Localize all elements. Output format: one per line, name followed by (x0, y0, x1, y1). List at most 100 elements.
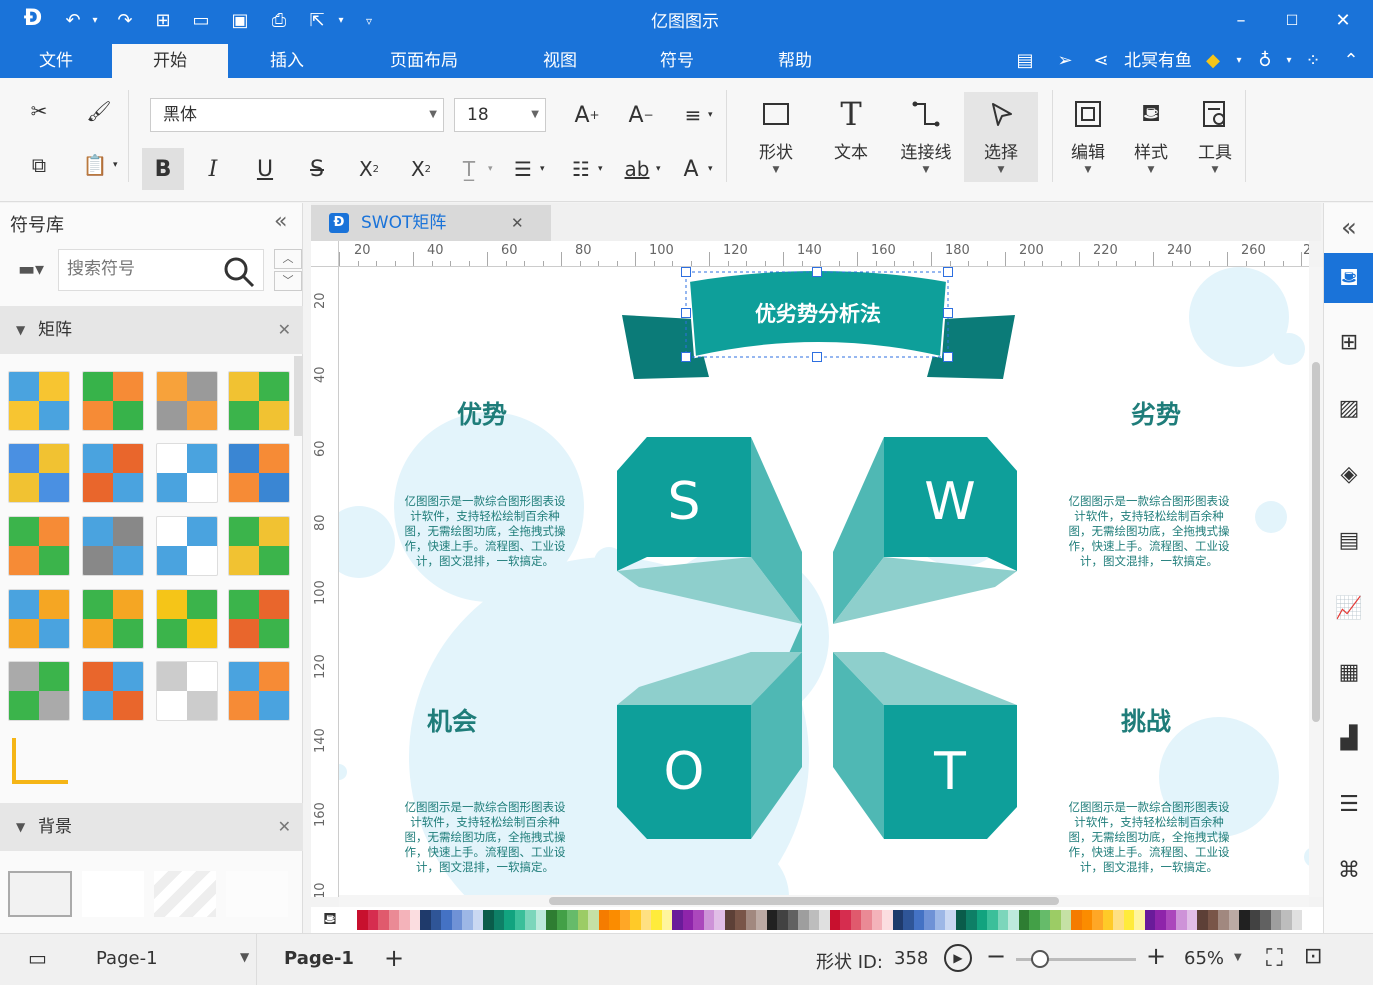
data-icon[interactable]: ▟ (1334, 723, 1364, 753)
matrix-template-thumb[interactable] (156, 371, 218, 431)
color-swatch[interactable] (977, 910, 988, 930)
color-swatch[interactable] (1218, 910, 1229, 930)
open-folder-icon[interactable]: ▭ (190, 10, 212, 32)
color-swatch[interactable] (1292, 910, 1303, 930)
strikethrough-button[interactable]: S (300, 152, 334, 186)
strengths-description[interactable]: 亿图图示是一款综合图形图表设计软件，支持轻松绘制百余种图，无需绘图功底，全拖拽式… (399, 494, 571, 569)
matrix-template-thumb[interactable] (82, 443, 144, 503)
zoom-out-icon[interactable]: − (986, 942, 1006, 970)
quadrant-w[interactable]: W (833, 437, 1017, 624)
horizontal-scroll-thumb[interactable] (549, 897, 1059, 905)
color-swatch[interactable] (809, 910, 820, 930)
color-swatch[interactable] (914, 910, 925, 930)
table-icon[interactable]: ▦ (1334, 657, 1364, 687)
shape-button[interactable]: 形状 ▼ (742, 92, 810, 182)
text-style-dropdown-icon[interactable]: ▾ (488, 164, 493, 174)
color-swatch[interactable] (1103, 910, 1114, 930)
color-swatch[interactable] (420, 910, 431, 930)
color-swatch[interactable] (704, 910, 715, 930)
font-size-select[interactable]: 18▼ (454, 98, 546, 132)
color-swatch[interactable] (662, 910, 673, 930)
text-highlight-icon[interactable]: ab (620, 152, 654, 186)
add-page-icon[interactable]: + (384, 944, 404, 972)
section-background-header[interactable]: ▼背景✕ (0, 803, 303, 851)
color-swatch[interactable] (546, 910, 557, 930)
tab-page-layout[interactable]: 页面布局 (346, 44, 502, 78)
resize-handle[interactable] (681, 267, 691, 277)
color-swatch[interactable] (389, 910, 400, 930)
matrix-template-thumb[interactable] (8, 661, 70, 721)
color-swatch[interactable] (462, 910, 473, 930)
color-swatch[interactable] (1040, 910, 1051, 930)
color-swatch[interactable] (504, 910, 515, 930)
color-swatch[interactable] (525, 910, 536, 930)
fill-style-icon[interactable]: ⛾ (1324, 253, 1373, 303)
undo-icon[interactable]: ↶ (62, 10, 84, 32)
font-color-dropdown-icon[interactable]: ▾ (708, 164, 713, 174)
color-swatch[interactable] (1008, 910, 1019, 930)
copy-icon[interactable]: ⧉ (22, 148, 56, 182)
threats-description[interactable]: 亿图图示是一款综合图形图表设计软件，支持轻松绘制百余种图，无需绘图功底，全拖拽式… (1063, 800, 1235, 875)
color-swatch[interactable] (798, 910, 809, 930)
color-swatch[interactable] (1145, 910, 1156, 930)
vertical-scrollbar[interactable] (1309, 267, 1323, 897)
tab-file[interactable]: 文件 (0, 44, 112, 78)
background-thumb[interactable] (82, 871, 144, 917)
color-swatch[interactable] (830, 910, 841, 930)
color-swatch[interactable] (956, 910, 967, 930)
cut-icon[interactable]: ✂ (22, 94, 56, 128)
color-swatch[interactable] (1229, 910, 1240, 930)
resize-handle[interactable] (812, 352, 822, 362)
tab-insert[interactable]: 插入 (228, 44, 346, 78)
layers-icon[interactable]: ◈ (1334, 459, 1364, 489)
save-icon[interactable]: ▣ (229, 10, 251, 32)
color-swatch[interactable] (1155, 910, 1166, 930)
decrease-font-icon[interactable]: A− (624, 98, 658, 132)
color-swatch[interactable] (1134, 910, 1145, 930)
color-swatch[interactable] (567, 910, 578, 930)
background-thumb[interactable] (226, 871, 288, 917)
matrix-template-thumb[interactable] (82, 516, 144, 576)
edit-button[interactable]: 编辑 ▼ (1054, 92, 1122, 182)
color-swatch[interactable] (1050, 910, 1061, 930)
page-tab[interactable]: Page-1 (284, 948, 354, 969)
color-swatch[interactable] (1071, 910, 1082, 930)
underline-button[interactable]: U (248, 152, 282, 186)
text-button[interactable]: T 文本 (817, 92, 885, 182)
align-dropdown-icon[interactable]: ▾ (708, 110, 713, 120)
matrix-template-thumb[interactable] (82, 371, 144, 431)
superscript-button[interactable]: X2 (352, 152, 386, 186)
color-swatch[interactable] (410, 910, 421, 930)
background-thumb[interactable] (8, 871, 72, 917)
align-icon[interactable]: ≡ (676, 98, 710, 132)
color-swatch[interactable] (578, 910, 589, 930)
matrix-template-thumb[interactable] (156, 516, 218, 576)
chart-icon[interactable]: 📈 (1334, 593, 1364, 623)
color-swatch[interactable] (1061, 910, 1072, 930)
matrix-template-thumb[interactable] (228, 589, 290, 649)
increase-font-icon[interactable]: A+ (570, 98, 604, 132)
connector-button[interactable]: 连接线 ▼ (892, 92, 960, 182)
color-swatch[interactable] (998, 910, 1009, 930)
page-dropdown-icon[interactable]: ▼ (240, 950, 249, 964)
bullet-list-dropdown-icon[interactable]: ▾ (598, 164, 603, 174)
scroll-up-icon[interactable]: ︿ (274, 249, 302, 269)
color-swatch[interactable] (987, 910, 998, 930)
color-swatch[interactable] (1197, 910, 1208, 930)
color-swatch[interactable] (609, 910, 620, 930)
color-swatch[interactable] (819, 910, 830, 930)
color-swatch[interactable] (1250, 910, 1261, 930)
weaknesses-heading[interactable]: 劣势 (1131, 395, 1181, 431)
color-swatch[interactable] (1166, 910, 1177, 930)
shape-grid-icon[interactable]: ⊞ (1334, 327, 1364, 357)
color-swatch[interactable] (1260, 910, 1271, 930)
user-name[interactable]: 北冥有鱼 (1124, 44, 1192, 78)
image-icon[interactable]: ▨ (1334, 393, 1364, 423)
quadrant-t[interactable]: T (833, 652, 1017, 839)
library-menu-icon[interactable]: ▬▾ (18, 259, 44, 280)
new-file-icon[interactable]: ⊞ (152, 10, 174, 32)
font-family-select[interactable]: 黑体▼ (150, 98, 444, 132)
resize-handle[interactable] (812, 267, 822, 277)
color-swatch[interactable] (515, 910, 526, 930)
color-swatch[interactable] (599, 910, 610, 930)
